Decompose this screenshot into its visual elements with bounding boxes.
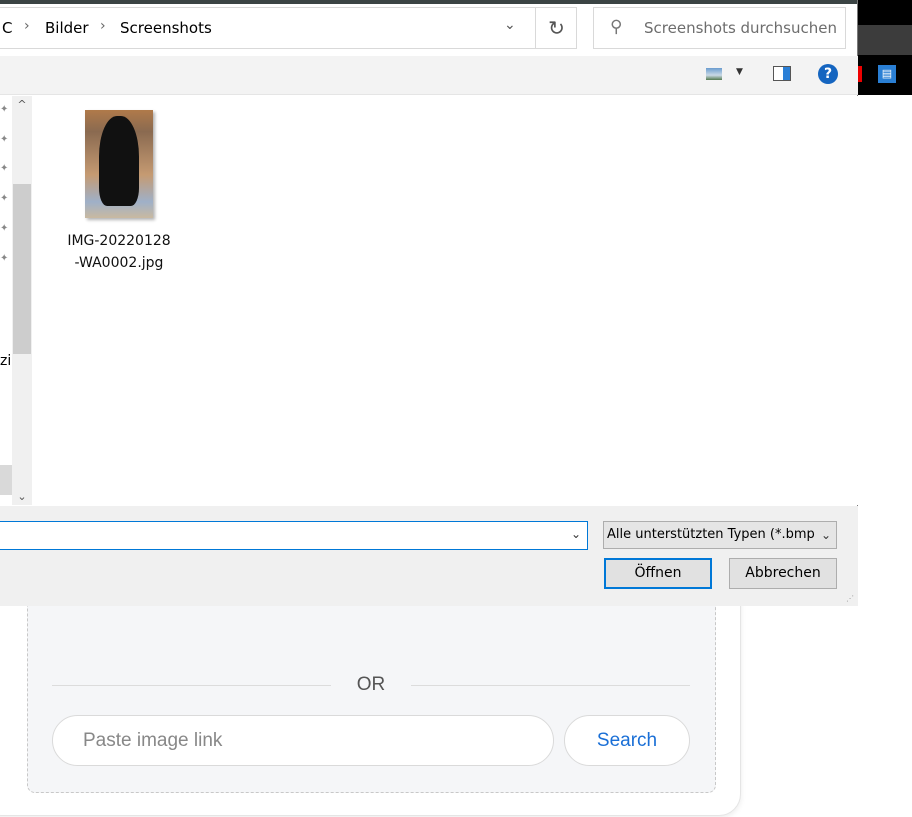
open-button[interactable]: Öffnen: [604, 558, 712, 589]
paste-image-link-input[interactable]: Paste image link: [52, 715, 554, 766]
pin-icon[interactable]: ✦: [0, 163, 8, 174]
pin-icon[interactable]: ✦: [0, 223, 8, 234]
chat-icon[interactable]: ▤: [878, 65, 896, 83]
view-options-icon[interactable]: [706, 68, 722, 80]
cancel-button[interactable]: Abbrechen: [729, 558, 837, 589]
search-button[interactable]: Search: [564, 715, 690, 766]
pin-icon[interactable]: ✦: [0, 104, 8, 115]
address-bar[interactable]: C › Bilder › Screenshots ⌄ ↻: [0, 7, 577, 49]
chevron-down-icon[interactable]: ⌄: [504, 17, 516, 33]
filename-input[interactable]: ⌄: [0, 521, 588, 550]
search-icon: ⚲: [610, 17, 623, 37]
breadcrumb-bilder[interactable]: Bilder: [45, 19, 89, 37]
chevron-up-icon[interactable]: ^: [12, 98, 32, 111]
scrollbar-thumb[interactable]: [13, 184, 31, 354]
preview-pane-icon[interactable]: [773, 66, 791, 81]
search-placeholder: Screenshots durchsuchen: [644, 19, 837, 37]
divider: [52, 685, 331, 686]
tray-icon[interactable]: [858, 66, 862, 82]
nav-scrollbar[interactable]: ^ ⌄: [12, 96, 32, 505]
caret-down-icon[interactable]: ▼: [736, 67, 743, 77]
pin-icon[interactable]: ✦: [0, 193, 8, 204]
file-name[interactable]: IMG-20220128 -WA0002.jpg: [54, 230, 184, 274]
file-list: IMG-20220128 -WA0002.jpg: [34, 96, 858, 505]
file-open-dialog: C › Bilder › Screenshots ⌄ ↻ ⚲ Screensho…: [0, 0, 858, 606]
resize-grip-icon[interactable]: ⋰: [846, 594, 854, 603]
file-thumbnail[interactable]: [85, 110, 153, 218]
chevron-down-icon[interactable]: ⌄: [571, 527, 581, 541]
toolbar: ▼ ?: [0, 56, 858, 95]
chevron-right-icon[interactable]: ›: [100, 18, 106, 34]
search-input[interactable]: ⚲ Screenshots durchsuchen: [593, 7, 846, 49]
pin-icon[interactable]: ✦: [0, 253, 8, 264]
file-type-select[interactable]: Alle unterstützten Typen (*.bmp ⌄: [603, 521, 837, 549]
refresh-icon[interactable]: ↻: [535, 8, 577, 48]
nav-item-selected[interactable]: [0, 465, 12, 495]
dialog-footer: ⌄ Alle unterstützten Typen (*.bmp ⌄ Öffne…: [0, 506, 858, 606]
chevron-down-icon: ⌄: [820, 528, 831, 542]
or-label: OR: [356, 674, 386, 695]
breadcrumb-pc[interactable]: C: [2, 19, 12, 37]
pin-icon[interactable]: ✦: [0, 134, 8, 145]
breadcrumb-screenshots[interactable]: Screenshots: [120, 19, 212, 37]
help-icon[interactable]: ?: [818, 64, 838, 84]
chevron-right-icon[interactable]: ›: [24, 18, 30, 34]
divider: [411, 685, 690, 686]
background-window-bar: [858, 25, 912, 55]
navigation-pane: ✦ ✦ ✦ ✦ ✦ ✦ zi: [0, 96, 12, 505]
chevron-down-icon[interactable]: ⌄: [12, 490, 32, 503]
title-bar: [0, 0, 857, 4]
nav-item[interactable]: zi: [0, 353, 11, 369]
